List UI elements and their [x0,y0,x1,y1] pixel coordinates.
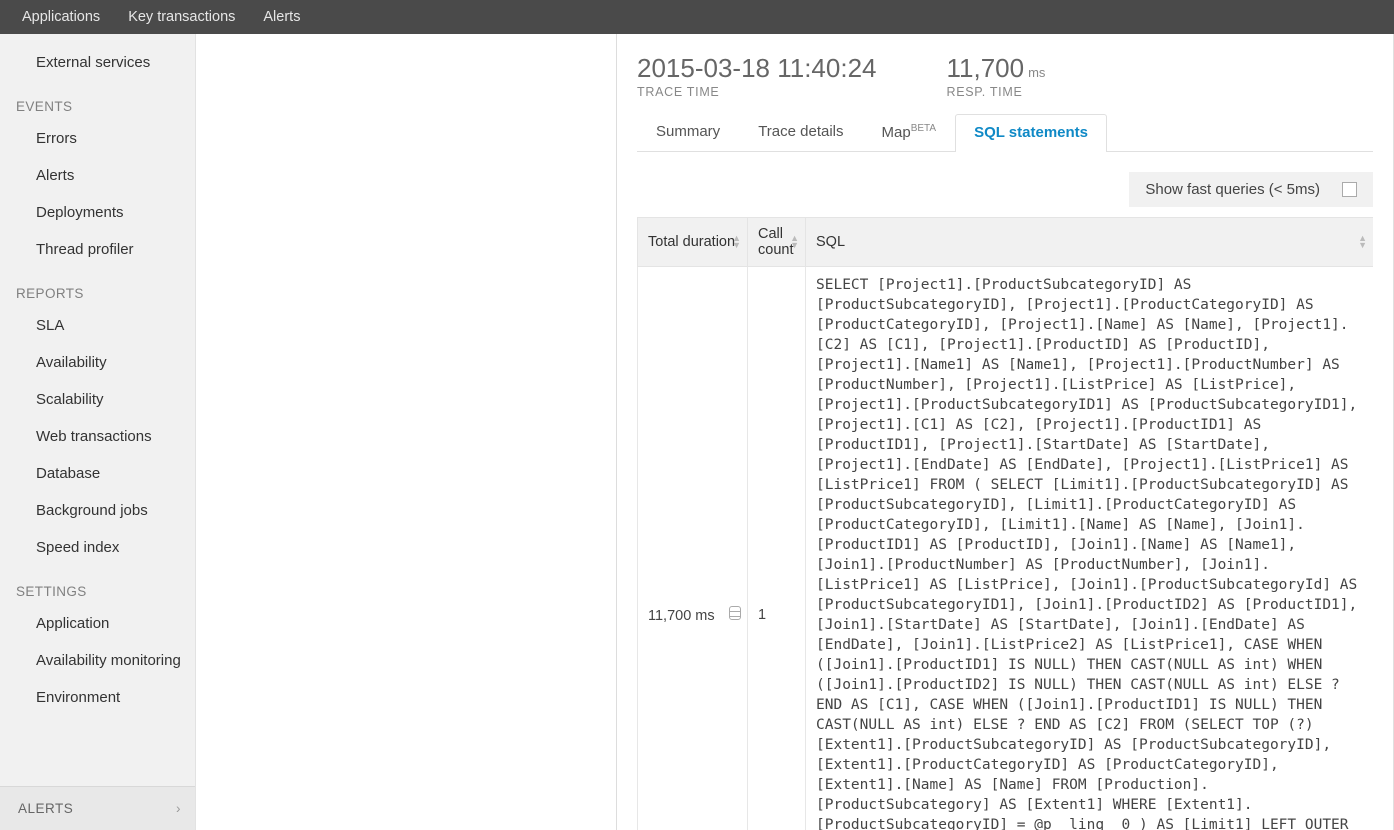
sidebar-item-background-jobs[interactable]: Background jobs [0,492,195,529]
col-sql[interactable]: SQL ▲▼ [806,217,1374,266]
sql-table: Total duration ▲▼ Call count ▲▼ SQL ▲▼ [637,217,1373,830]
sidebar-heading-reports: REPORTS [0,268,195,307]
sidebar: External services EVENTS Errors Alerts D… [0,34,196,830]
beta-badge: BETA [911,123,936,134]
tab-summary[interactable]: Summary [637,113,739,151]
cell-sql: SELECT [Project1].[ProductSubcategoryID]… [806,266,1374,830]
sort-icon: ▲▼ [1358,235,1367,249]
sort-icon: ▲▼ [732,235,741,249]
sidebar-item-thread-profiler[interactable]: Thread profiler [0,231,195,268]
detail-pane: 2015-03-18 11:40:24 TRACE TIME 11,700ms … [617,34,1394,830]
resp-time-number: 11,700 [947,53,1025,83]
sidebar-item-scalability[interactable]: Scalability [0,381,195,418]
tabs: Summary Trace details MapBETA SQL statem… [637,113,1373,152]
database-icon[interactable] [729,606,741,620]
sidebar-alerts-footer[interactable]: ALERTS › [0,786,195,830]
topnav-applications[interactable]: Applications [8,0,114,34]
col-call-count[interactable]: Call count ▲▼ [748,217,806,266]
tab-map-label: Map [882,124,911,141]
sidebar-item-application[interactable]: Application [0,605,195,642]
duration-value: 11,700 ms [648,608,715,624]
sidebar-heading-settings: SETTINGS [0,566,195,605]
col-total-duration-label: Total duration [648,234,735,250]
sidebar-item-availability-monitoring[interactable]: Availability monitoring [0,642,195,679]
sidebar-item-speed-index[interactable]: Speed index [0,529,195,566]
table-row[interactable]: 11,700 ms 1 SELECT [Project1].[ProductSu… [638,266,1374,830]
middle-gutter [196,34,617,830]
sidebar-heading-events: EVENTS [0,81,195,120]
sidebar-item-errors[interactable]: Errors [0,120,195,157]
trace-time-value: 2015-03-18 11:40:24 [637,54,877,83]
resp-time-value: 11,700ms [947,54,1046,83]
col-call-count-label: Call count [758,226,793,258]
sidebar-item-environment[interactable]: Environment [0,679,195,716]
sidebar-item-sla[interactable]: SLA [0,307,195,344]
sidebar-item-database[interactable]: Database [0,455,195,492]
sort-icon: ▲▼ [790,235,799,249]
cell-call-count: 1 [748,266,806,830]
col-sql-label: SQL [816,234,845,250]
fast-queries-checkbox[interactable] [1342,182,1357,197]
cell-duration: 11,700 ms [638,266,748,830]
trace-time-label: TRACE TIME [637,85,877,99]
sidebar-item-alerts[interactable]: Alerts [0,157,195,194]
sidebar-alerts-label: ALERTS [18,801,73,816]
topnav-key-transactions[interactable]: Key transactions [114,0,249,34]
top-nav: Applications Key transactions Alerts [0,0,1394,34]
tab-trace-details[interactable]: Trace details [739,113,862,151]
resp-time-unit: ms [1028,65,1045,80]
chevron-right-icon: › [176,801,181,816]
sidebar-item-deployments[interactable]: Deployments [0,194,195,231]
fast-queries-toggle[interactable]: Show fast queries (< 5ms) [1129,172,1373,207]
col-total-duration[interactable]: Total duration ▲▼ [638,217,748,266]
fast-queries-label: Show fast queries (< 5ms) [1145,181,1320,198]
sql-text: SELECT [Project1].[ProductSubcategoryID]… [816,277,1357,830]
sidebar-item-external-services[interactable]: External services [0,44,195,81]
tab-map[interactable]: MapBETA [863,113,956,151]
sidebar-item-web-transactions[interactable]: Web transactions [0,418,195,455]
resp-time-label: RESP. TIME [947,85,1046,99]
topnav-alerts[interactable]: Alerts [249,0,314,34]
tab-sql-statements[interactable]: SQL statements [955,114,1107,152]
sidebar-item-availability[interactable]: Availability [0,344,195,381]
